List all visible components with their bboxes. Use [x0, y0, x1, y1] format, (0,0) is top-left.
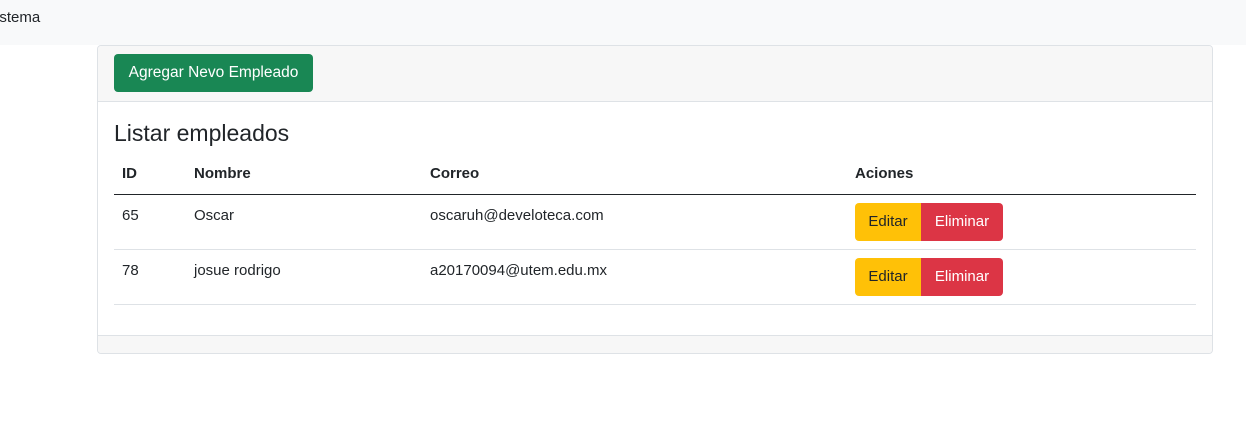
cell-correo: oscaruh@develoteca.com [422, 194, 847, 250]
navbar: Sistema [0, 0, 1246, 45]
cell-correo: a20170094@utem.edu.mx [422, 249, 847, 305]
delete-button[interactable]: Eliminar [921, 202, 1003, 241]
page-title: Listar empleados [114, 120, 290, 146]
column-header-id: ID [114, 154, 186, 195]
card-header: Agregar Nevo Empleado [98, 46, 1212, 102]
employees-card: Agregar Nevo Empleado Listar empleados I… [97, 45, 1213, 354]
row-actions: Editar Eliminar [855, 202, 1003, 241]
table-row: 78 josue rodrigo a20170094@utem.edu.mx E… [114, 249, 1196, 305]
cell-id: 65 [114, 194, 186, 250]
employees-table: ID Nombre Correo Aciones 65 Oscar oscaru… [114, 154, 1196, 305]
table-header-row: ID Nombre Correo Aciones [114, 154, 1196, 195]
edit-button[interactable]: Editar [855, 202, 921, 241]
card-footer [98, 335, 1212, 353]
navbar-brand[interactable]: Sistema [0, 9, 40, 27]
cell-nombre: Oscar [186, 194, 422, 250]
column-header-acciones: Aciones [847, 154, 1196, 195]
edit-button[interactable]: Editar [855, 257, 921, 296]
cell-acciones: Editar Eliminar [847, 194, 1196, 250]
add-employee-button[interactable]: Agregar Nevo Empleado [114, 54, 313, 92]
cell-nombre: josue rodrigo [186, 249, 422, 305]
row-actions: Editar Eliminar [855, 257, 1003, 296]
column-header-correo: Correo [422, 154, 847, 195]
table-row: 65 Oscar oscaruh@develoteca.com Editar E… [114, 194, 1196, 250]
cell-acciones: Editar Eliminar [847, 249, 1196, 305]
delete-button[interactable]: Eliminar [921, 257, 1003, 296]
column-header-nombre: Nombre [186, 154, 422, 195]
cell-id: 78 [114, 249, 186, 305]
